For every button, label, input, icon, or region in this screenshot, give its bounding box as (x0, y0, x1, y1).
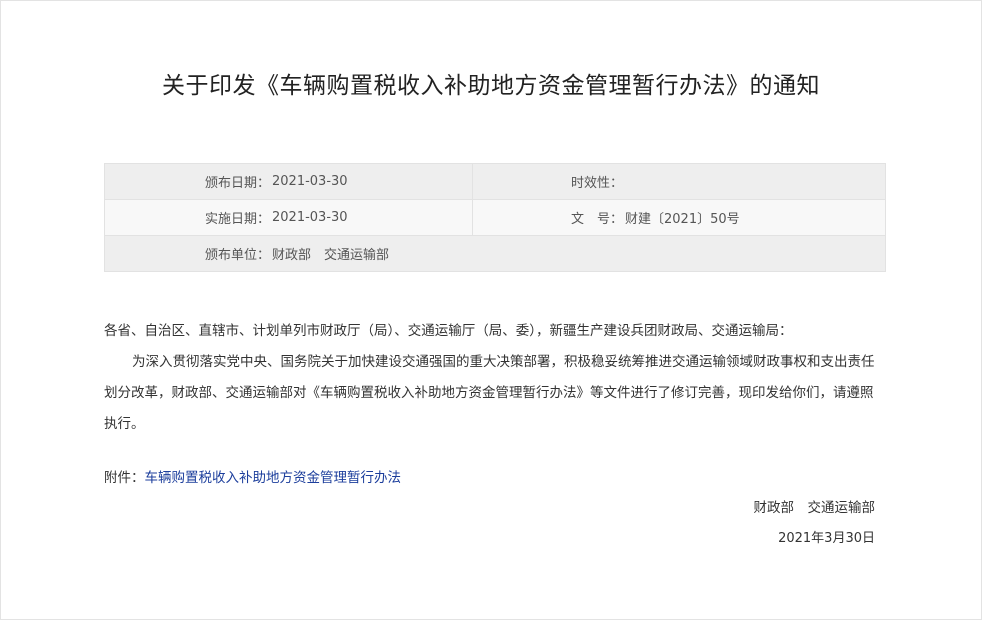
effective-date-cell: 实施日期： 2021-03-30 (105, 200, 473, 235)
validity-cell: 时效性： (473, 164, 885, 199)
document-title: 关于印发《车辆购置税收入补助地方资金管理暂行办法》的通知 (162, 73, 820, 99)
issuer-label: 颁布单位： (205, 248, 271, 263)
metadata-row-effective: 实施日期： 2021-03-30 文 号： 财建〔2021〕50号 (105, 200, 885, 236)
metadata-row-issuer: 颁布单位： 财政部 交通运输部 (105, 236, 885, 271)
body-paragraph: 为深入贯彻落实党中央、国务院关于加快建设交通强国的重大决策部署，积极稳妥统筹推进… (104, 354, 875, 432)
effective-date-label: 实施日期： (205, 212, 271, 227)
issue-date: 2021年3月30日 (778, 531, 875, 546)
metadata-table: 颁布日期： 2021-03-30 时效性： 实施日期： 2021-03-30 文… (104, 163, 886, 272)
signatories: 财政部 交通运输部 (753, 500, 876, 516)
attachment-label: 附件： (104, 470, 145, 486)
publish-date-cell: 颁布日期： 2021-03-30 (105, 164, 473, 199)
publish-date-value: 2021-03-30 (272, 174, 348, 189)
attachment-link[interactable]: 车辆购置税收入补助地方资金管理暂行办法 (145, 470, 402, 486)
effective-date-value: 2021-03-30 (272, 210, 348, 225)
issuer-value: 财政部 交通运输部 (272, 248, 390, 263)
doc-number-cell: 文 号： 财建〔2021〕50号 (473, 200, 885, 235)
doc-number-value: 财建〔2021〕50号 (625, 212, 740, 227)
metadata-row-publish: 颁布日期： 2021-03-30 时效性： (105, 164, 885, 200)
doc-number-label: 文 号： (571, 212, 624, 227)
document-body: 各省、自治区、直辖市、计划单列市财政厅（局）、交通运输厅（局、委），新疆生产建设… (104, 316, 880, 440)
issuer-cell: 颁布单位： 财政部 交通运输部 (105, 236, 885, 271)
validity-label: 时效性： (571, 176, 624, 191)
salutation: 各省、自治区、直辖市、计划单列市财政厅（局）、交通运输厅（局、委），新疆生产建设… (104, 323, 793, 339)
attachment-line: 附件：车辆购置税收入补助地方资金管理暂行办法 (104, 466, 401, 486)
publish-date-label: 颁布日期： (205, 176, 271, 191)
